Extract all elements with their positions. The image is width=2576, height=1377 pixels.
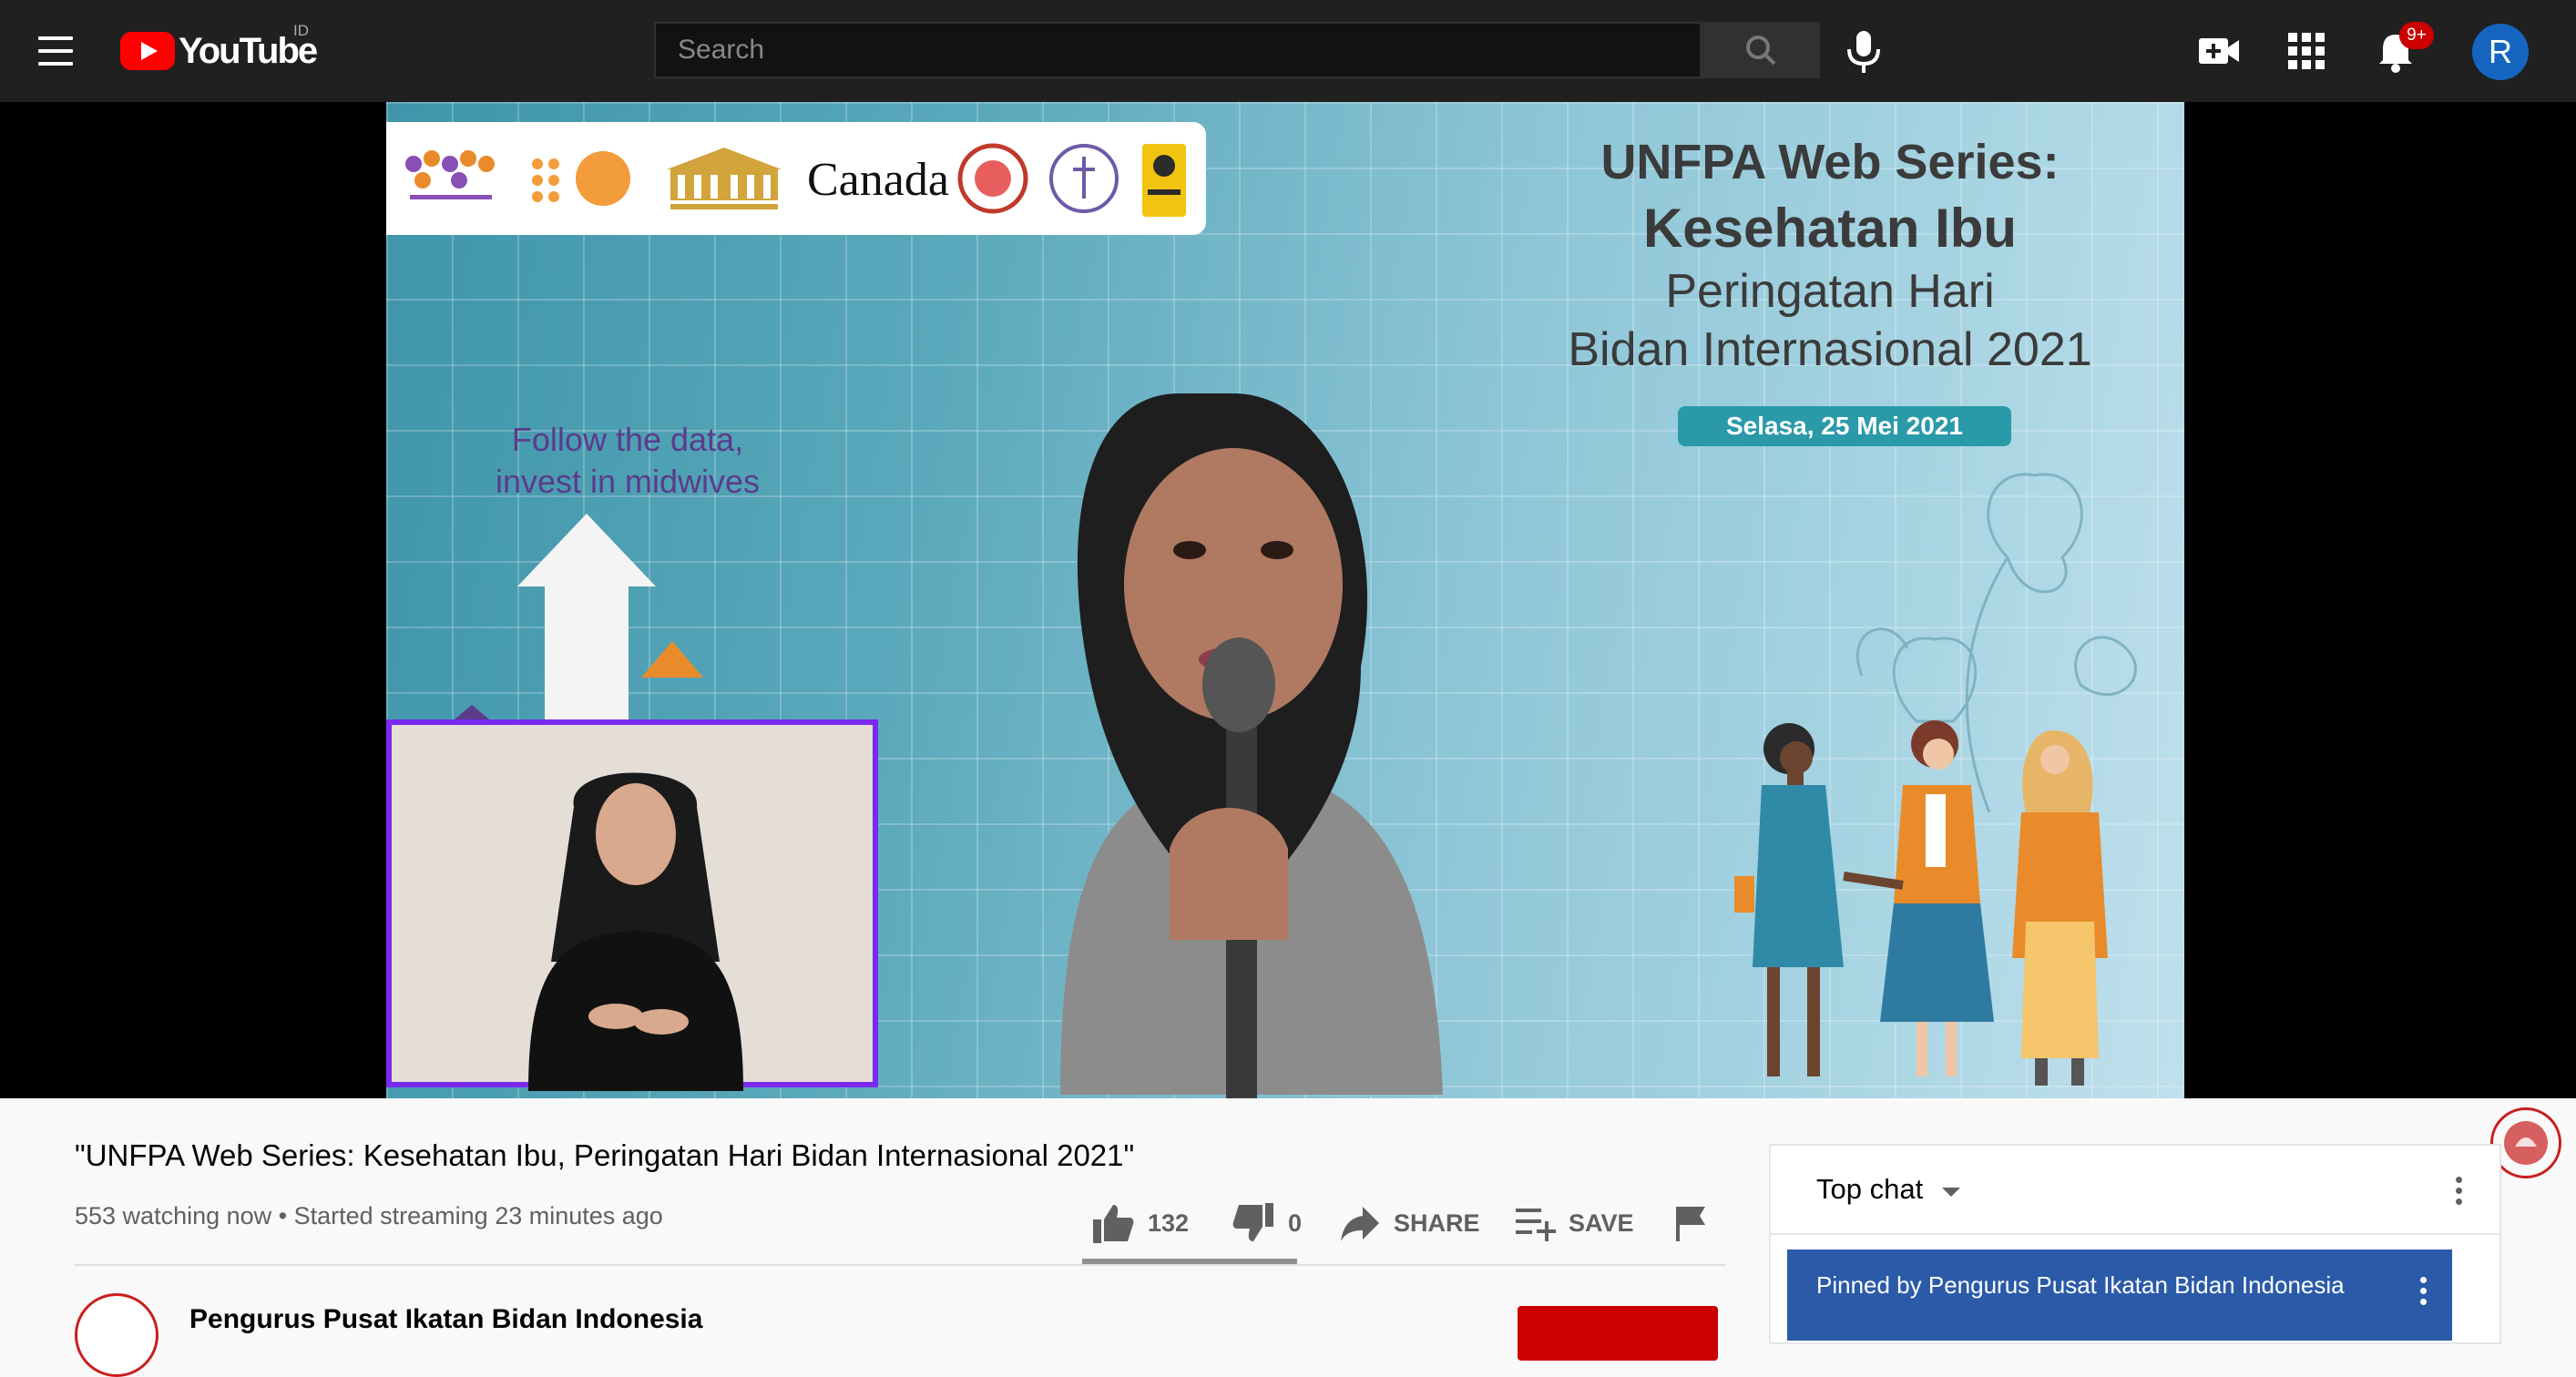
create-button[interactable]: [2197, 31, 2243, 71]
partner-logos-strip: Canada: [386, 122, 1206, 235]
live-chat-panel: Top chat Pinned by Pengurus Pusat Ikatan…: [1769, 1144, 2501, 1344]
share-label: SHARE: [1394, 1209, 1480, 1237]
thumbs-up-icon: [1093, 1205, 1134, 1243]
overlay-title-line-2: Kesehatan Ibu: [1642, 198, 2018, 259]
chat-more-options-icon[interactable]: [2445, 1171, 2472, 1211]
tagline-line-1: Follow the data,: [511, 421, 744, 458]
chevron-down-icon[interactable]: [1942, 1188, 1960, 1197]
overlay-date-pill: Selasa, 25 Mei 2021: [1678, 406, 2011, 446]
menu-icon[interactable]: [35, 35, 78, 67]
search-input[interactable]: Search: [654, 22, 1702, 78]
like-count: 132: [1148, 1209, 1190, 1237]
dislike-count: 0: [1288, 1209, 1303, 1237]
flag-icon: [1676, 1207, 1705, 1241]
account-avatar[interactable]: R: [2472, 24, 2529, 80]
video-camera-plus-icon: [2199, 38, 2239, 64]
up-arrows-graphic-icon: [450, 514, 703, 723]
voice-search-button[interactable]: [1840, 26, 1887, 76]
chat-mode-selector[interactable]: Top chat: [1816, 1173, 1923, 1206]
save-button[interactable]: SAVE: [1514, 1200, 1634, 1246]
midwives-illustration-icon: [1734, 720, 2108, 1086]
video-player: Canada UNFPA Web Series: Kesehatan Ibu P…: [0, 102, 2576, 1178]
overlay-tagline: Follow the data, invest in midwives: [432, 419, 823, 503]
subscribe-button[interactable]: [1518, 1306, 1718, 1361]
speaker-person-icon: [1060, 393, 1443, 1098]
video-overlay-title: UNFPA Web Series: Kesehatan Ibu Peringat…: [1479, 129, 2181, 379]
tagline-line-2: invest in midwives: [495, 463, 761, 500]
pinned-message-text: Pinned by Pengurus Pusat Ikatan Bidan In…: [1816, 1271, 2345, 1299]
youtube-logo[interactable]: YouTube ID: [120, 22, 318, 75]
dislike-button[interactable]: 0: [1232, 1200, 1302, 1246]
search-button[interactable]: [1702, 22, 1820, 78]
region-code: ID: [293, 22, 309, 39]
seal-logo-1-icon: [957, 143, 1028, 214]
video-view-meta: 553 watching now • Started streaming 23 …: [75, 1202, 663, 1229]
unfpa-logo-icon: [532, 151, 630, 206]
overlay-title-line-1: UNFPA Web Series:: [1600, 135, 2060, 189]
save-label: SAVE: [1569, 1209, 1634, 1237]
channel-avatar[interactable]: [75, 1293, 158, 1377]
chat-header: Top chat: [1771, 1146, 2499, 1235]
apps-button[interactable]: [2286, 31, 2326, 71]
notification-count-badge: 9+: [2399, 22, 2434, 49]
like-button[interactable]: 132: [1091, 1200, 1189, 1246]
overlay-title-line-3: Peringatan Hari: [1665, 265, 1995, 318]
seal-logo-2-icon: [1049, 144, 1119, 213]
sign-language-interpreter-inset: [386, 719, 878, 1091]
kantor-staf-presiden-logo-icon: [667, 148, 782, 209]
share-arrow-icon: [1341, 1207, 1379, 1241]
overlay-title-line-4: Bidan Internasional 2021: [1568, 323, 2092, 376]
video-frame[interactable]: Canada UNFPA Web Series: Kesehatan Ibu P…: [386, 102, 2184, 1098]
pinned-more-options-icon[interactable]: [2412, 1273, 2434, 1310]
canada-wordmark: Canada: [807, 154, 949, 206]
mic-icon: [1847, 31, 1880, 73]
pinned-message-banner: Pinned by Pengurus Pusat Ikatan Bidan In…: [1787, 1250, 2452, 1341]
play-logo-icon: [120, 32, 175, 70]
masthead: YouTube ID Search 9+ R: [0, 0, 2576, 102]
university-logo-icon: [1142, 144, 1186, 217]
apps-grid-icon: [2288, 33, 2325, 69]
knowledge-hub-logo-icon: [405, 150, 495, 199]
thumbs-down-icon: [1232, 1203, 1273, 1241]
report-button[interactable]: [1672, 1200, 1722, 1246]
share-button[interactable]: SHARE: [1339, 1200, 1480, 1246]
interpreter-person-icon: [528, 772, 743, 1091]
channel-name[interactable]: Pengurus Pusat Ikatan Bidan Indonesia: [189, 1304, 702, 1335]
info-divider: [75, 1264, 1725, 1266]
video-title: "UNFPA Web Series: Kesehatan Ibu, Pering…: [75, 1138, 1135, 1172]
search-icon: [1746, 36, 1776, 66]
channel-logo-watermark-icon: [2504, 1121, 2548, 1165]
playlist-add-icon: [1516, 1209, 1556, 1241]
